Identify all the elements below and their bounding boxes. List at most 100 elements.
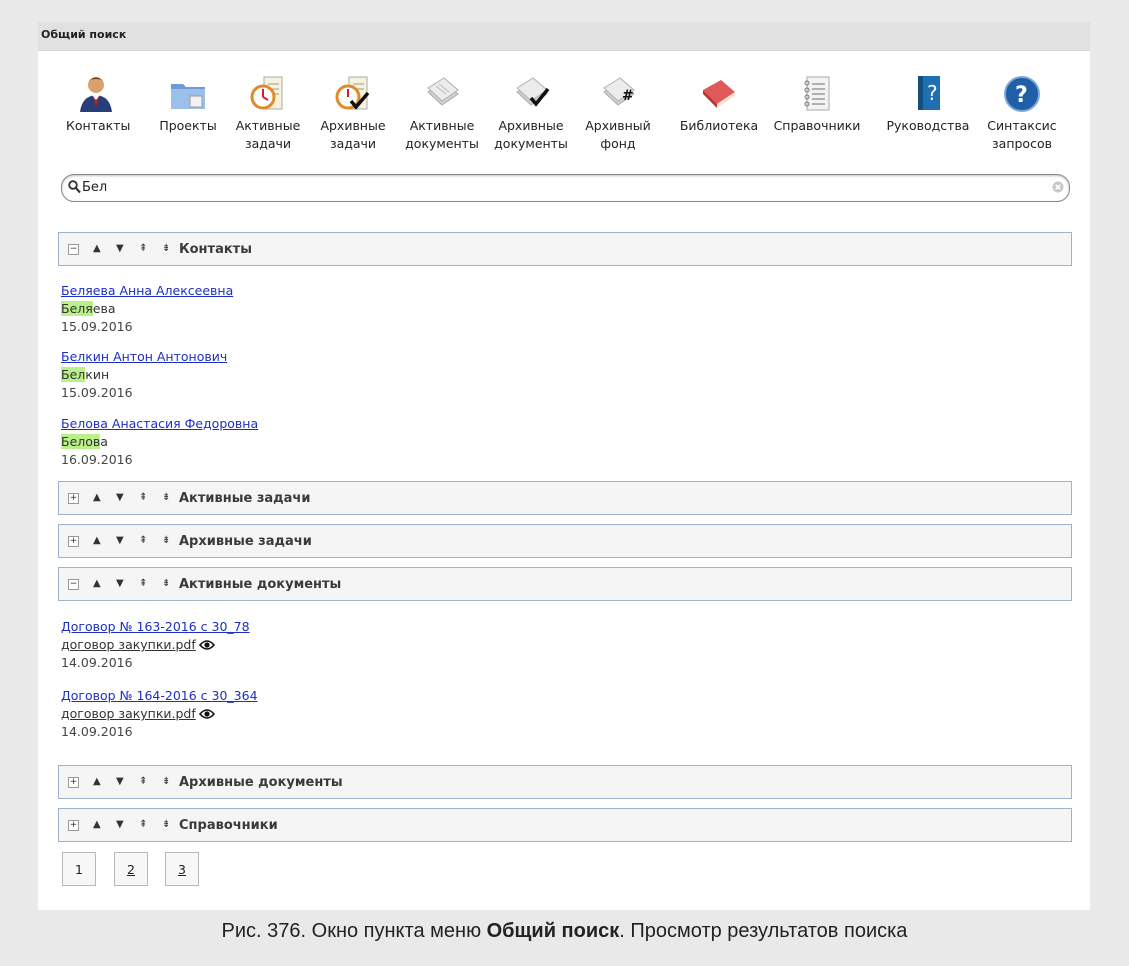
move-bottom-icon[interactable]: ⇟ xyxy=(162,525,170,557)
search-box xyxy=(61,174,1070,202)
manual-icon: ? xyxy=(918,76,940,110)
list-item: Белкин Антон Антонович Белкин 15.09.2016 xyxy=(61,348,227,401)
folder-icon xyxy=(171,84,205,109)
move-top-icon[interactable]: ⇞ xyxy=(139,766,147,798)
document-link[interactable]: Договор № 164-2016 с 30_364 xyxy=(61,687,258,705)
move-bottom-icon[interactable]: ⇟ xyxy=(162,568,170,600)
svg-text:?: ? xyxy=(927,81,938,105)
move-down-icon[interactable]: ▼ xyxy=(116,766,124,798)
move-down-icon[interactable]: ▼ xyxy=(116,482,124,514)
attachment-link[interactable]: договор закупки.pdf xyxy=(61,637,196,652)
snippet-rest: кин xyxy=(85,367,110,382)
expand-toggle[interactable]: + xyxy=(68,820,79,831)
move-up-icon[interactable]: ▲ xyxy=(93,766,101,798)
section-header-archive-tasks[interactable]: + ▲ ▼ ⇞ ⇟ Архивные задачи xyxy=(58,524,1072,558)
collapse-toggle[interactable]: − xyxy=(68,579,79,590)
move-down-icon[interactable]: ▼ xyxy=(116,809,124,841)
toolbar-item-archive-fund[interactable]: # Архивный фонд xyxy=(583,74,653,153)
section-header-directories[interactable]: + ▲ ▼ ⇞ ⇟ Справочники xyxy=(58,808,1072,842)
toolbar-item-archive-docs[interactable]: Архивные документы xyxy=(491,74,571,153)
collapse-toggle[interactable]: − xyxy=(68,244,79,255)
move-top-icon[interactable]: ⇞ xyxy=(139,809,147,841)
match-highlight: Белов xyxy=(61,434,101,449)
result-date: 14.09.2016 xyxy=(61,724,133,739)
section-title: Активные документы xyxy=(179,577,342,592)
toolbar-item-archive-tasks[interactable]: Архивные задачи xyxy=(318,74,388,153)
move-bottom-icon[interactable]: ⇟ xyxy=(162,809,170,841)
move-up-icon[interactable]: ▲ xyxy=(93,568,101,600)
eye-icon[interactable] xyxy=(198,708,215,720)
section-header-active-tasks[interactable]: + ▲ ▼ ⇞ ⇟ Активные задачи xyxy=(58,481,1072,515)
window-title: Общий поиск xyxy=(38,22,1090,51)
toolbar-item-directories[interactable]: Справочники xyxy=(768,74,866,135)
result-date: 15.09.2016 xyxy=(61,385,133,400)
move-up-icon[interactable]: ▲ xyxy=(93,233,101,265)
document-link[interactable]: Договор № 163-2016 с 30_78 xyxy=(61,618,250,636)
attachment-row: договор закупки.pdf xyxy=(61,705,258,723)
move-top-icon[interactable]: ⇞ xyxy=(139,568,147,600)
search-input[interactable] xyxy=(82,178,1032,196)
toolbar: Контакты Проекты Активные задачи Архивны… xyxy=(38,74,1090,184)
search-window: Общий поиск Контакты Проекты Активные за… xyxy=(38,22,1090,910)
move-down-icon[interactable]: ▼ xyxy=(116,233,124,265)
eye-icon[interactable] xyxy=(198,639,215,651)
move-top-icon[interactable]: ⇞ xyxy=(139,233,147,265)
section-title: Справочники xyxy=(179,818,278,833)
match-highlight: Бел xyxy=(61,367,86,382)
section-header-contacts[interactable]: − ▲ ▼ ⇞ ⇟ Контакты xyxy=(58,232,1072,266)
search-icon[interactable] xyxy=(68,180,81,194)
documents-check-icon xyxy=(516,77,550,107)
toolbar-item-projects[interactable]: Проекты xyxy=(156,74,220,135)
match-snippet: Белова xyxy=(61,433,258,451)
contact-link[interactable]: Белкин Антон Антонович xyxy=(61,348,227,366)
match-highlight: Беля xyxy=(61,301,93,316)
attachment-link[interactable]: договор закупки.pdf xyxy=(61,706,196,721)
move-up-icon[interactable]: ▲ xyxy=(93,482,101,514)
section-title: Контакты xyxy=(179,242,252,257)
move-up-icon[interactable]: ▲ xyxy=(93,525,101,557)
documents-icon xyxy=(427,77,459,106)
attachment-row: договор закупки.pdf xyxy=(61,636,250,654)
move-top-icon[interactable]: ⇞ xyxy=(139,482,147,514)
toolbar-item-syntax[interactable]: ? Синтаксис запросов xyxy=(980,74,1064,153)
section-title: Активные задачи xyxy=(179,491,311,506)
result-date: 15.09.2016 xyxy=(61,319,133,334)
move-bottom-icon[interactable]: ⇟ xyxy=(162,766,170,798)
result-date: 16.09.2016 xyxy=(61,452,133,467)
snippet-rest: а xyxy=(100,434,108,449)
notebook-icon xyxy=(804,76,830,111)
caption-suffix: . Просмотр результатов поиска xyxy=(619,920,908,942)
figure-caption: Рис. 376. Окно пункта меню Общий поиск. … xyxy=(0,920,1129,943)
move-top-icon[interactable]: ⇞ xyxy=(139,525,147,557)
expand-toggle[interactable]: + xyxy=(68,536,79,547)
toolbar-item-library[interactable]: Библиотека xyxy=(676,74,762,135)
documents-hash-icon: # xyxy=(603,77,635,106)
toolbar-item-manuals[interactable]: ? Руководства xyxy=(880,74,976,135)
contact-link[interactable]: Беляева Анна Алексеевна xyxy=(61,282,233,300)
list-item: Белова Анастасия Федоровна Белова 16.09.… xyxy=(61,415,258,468)
toolbar-item-contacts[interactable]: Контакты xyxy=(66,74,130,135)
svg-text:#: # xyxy=(622,88,634,104)
svg-text:?: ? xyxy=(1015,83,1028,108)
section-header-archive-docs[interactable]: + ▲ ▼ ⇞ ⇟ Архивные документы xyxy=(58,765,1072,799)
caption-prefix: Рис. 376. Окно пункта меню xyxy=(221,920,487,942)
page-link[interactable]: 3 xyxy=(165,852,199,886)
help-icon: ? xyxy=(1004,76,1040,112)
contact-link[interactable]: Белова Анастасия Федоровна xyxy=(61,415,258,433)
book-icon xyxy=(703,80,735,108)
clear-search-icon[interactable] xyxy=(1052,181,1064,193)
page-link[interactable]: 2 xyxy=(114,852,148,886)
toolbar-item-active-docs[interactable]: Активные документы xyxy=(403,74,481,153)
move-down-icon[interactable]: ▼ xyxy=(116,525,124,557)
expand-toggle[interactable]: + xyxy=(68,777,79,788)
toolbar-item-active-tasks[interactable]: Активные задачи xyxy=(233,74,303,153)
expand-toggle[interactable]: + xyxy=(68,493,79,504)
section-header-active-docs[interactable]: − ▲ ▼ ⇞ ⇟ Активные документы xyxy=(58,567,1072,601)
section-title: Архивные документы xyxy=(179,775,343,790)
caption-bold: Общий поиск xyxy=(486,920,620,942)
move-bottom-icon[interactable]: ⇟ xyxy=(162,482,170,514)
move-up-icon[interactable]: ▲ xyxy=(93,809,101,841)
list-item: Беляева Анна Алексеевна Беляева 15.09.20… xyxy=(61,282,233,335)
move-down-icon[interactable]: ▼ xyxy=(116,568,124,600)
move-bottom-icon[interactable]: ⇟ xyxy=(162,233,170,265)
